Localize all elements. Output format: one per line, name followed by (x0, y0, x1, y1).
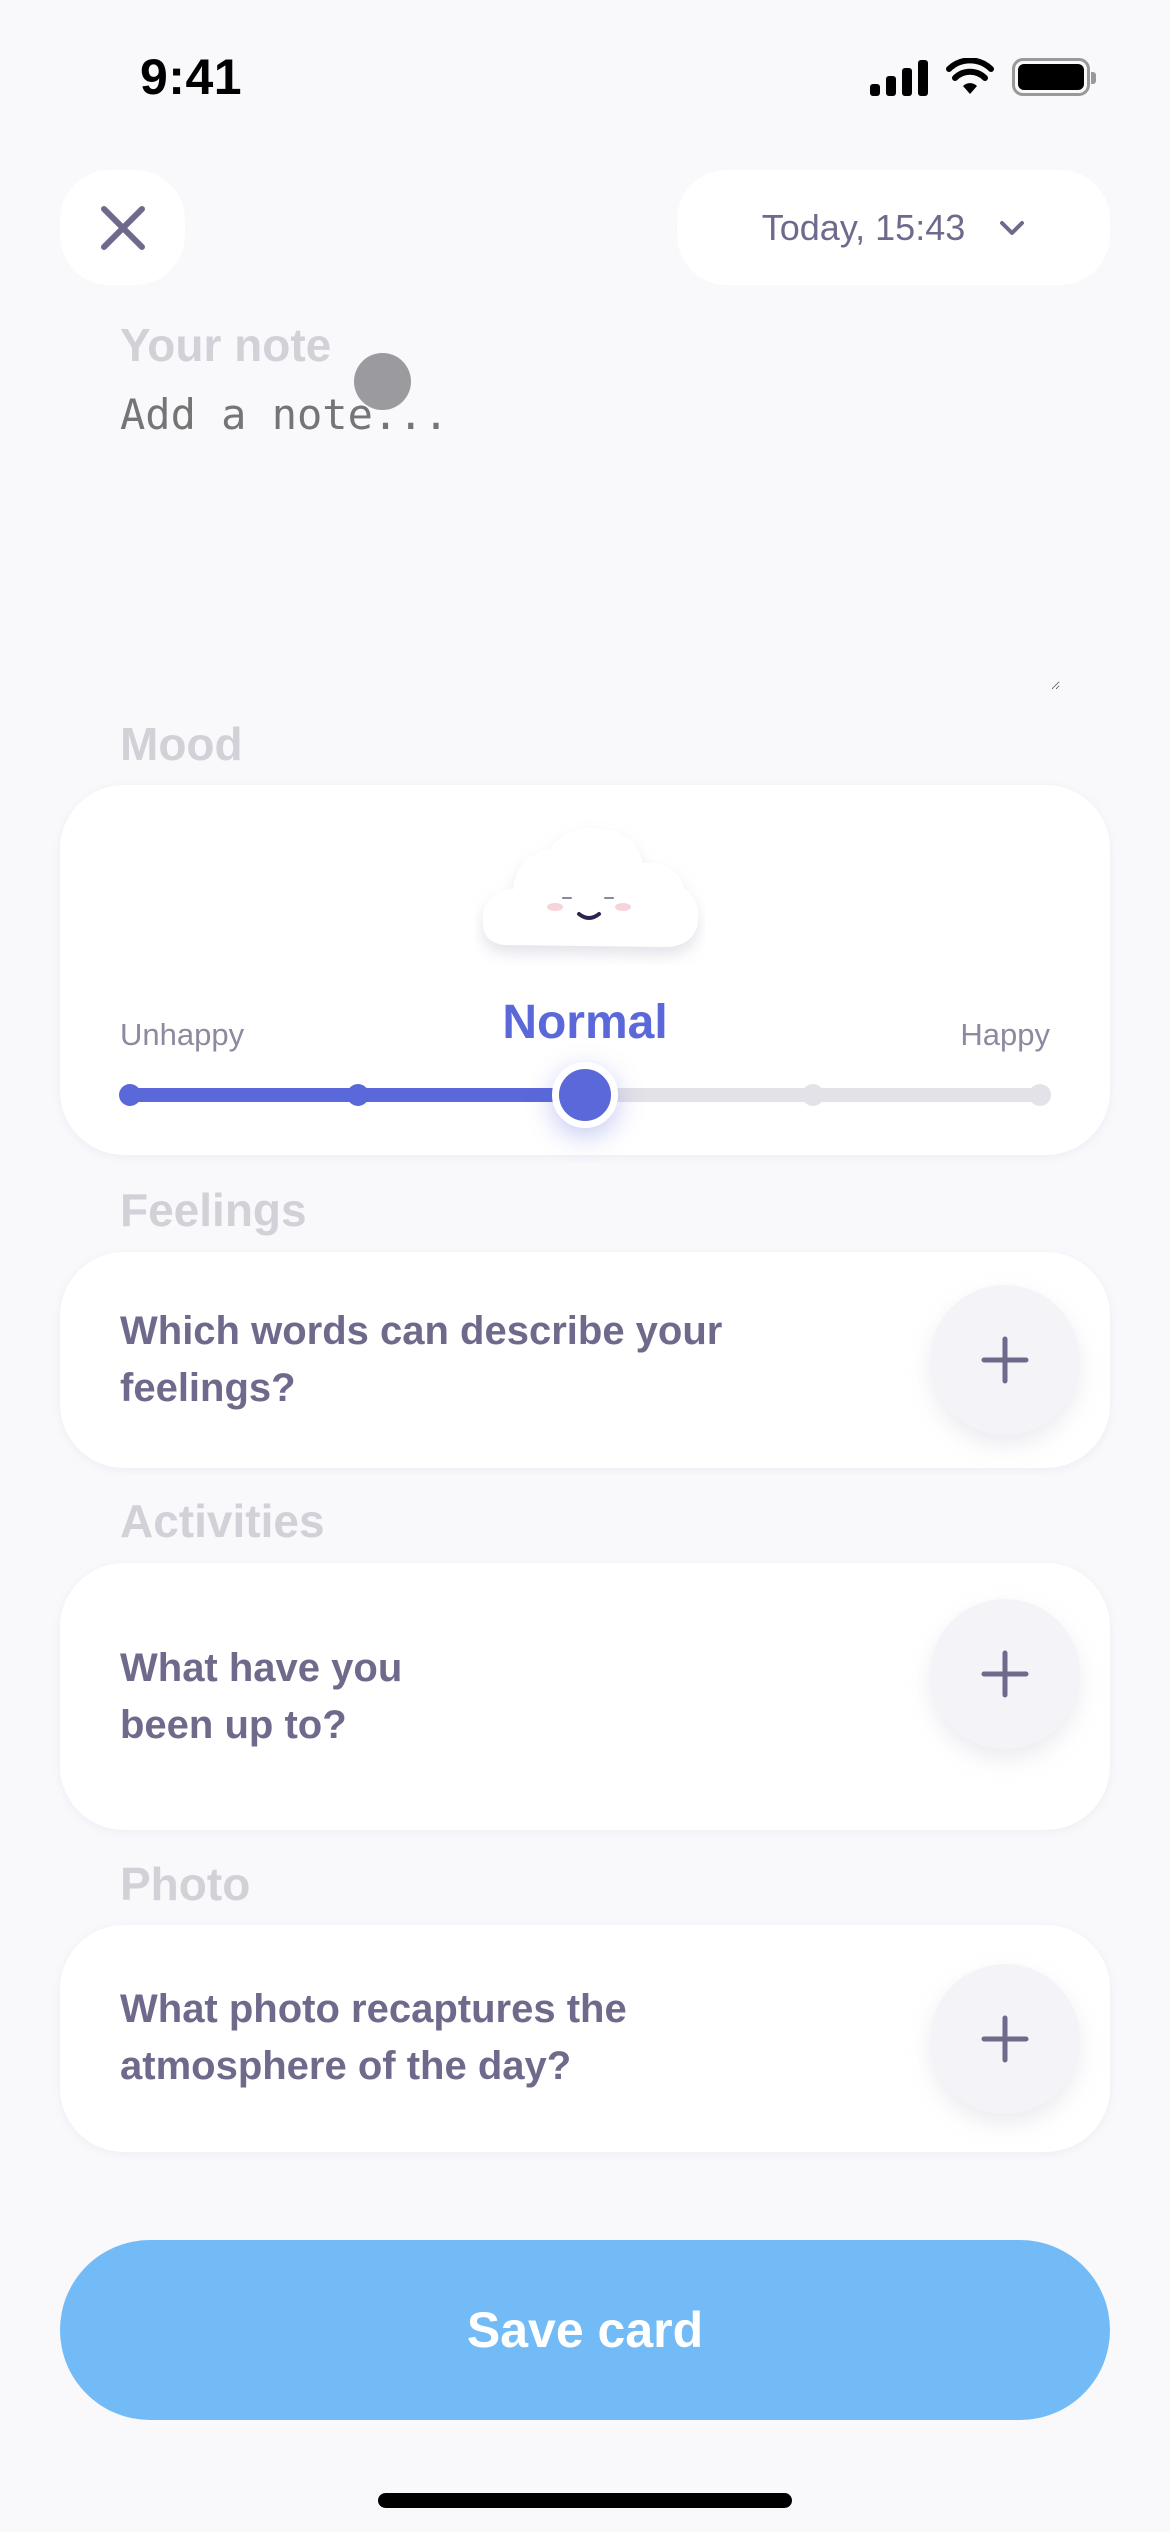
activities-card[interactable]: What have you been up to? (60, 1563, 1110, 1830)
cellular-signal-icon (870, 58, 928, 96)
slider-stop[interactable] (801, 1084, 824, 1106)
slider-stop[interactable] (1029, 1084, 1051, 1106)
feelings-prompt: Which words can describe your feelings? (120, 1309, 723, 1410)
add-feelings-button[interactable] (930, 1285, 1080, 1435)
save-card-button[interactable]: Save card (60, 2240, 1110, 2420)
plus-icon (981, 1336, 1029, 1384)
date-label: Today, 15:43 (761, 206, 966, 248)
home-indicator[interactable] (378, 2493, 792, 2508)
plus-icon (981, 1650, 1029, 1698)
photo-card[interactable]: What photo recaptures the atmosphere of … (60, 1925, 1110, 2152)
note-section-label: Your note (120, 319, 332, 371)
mood-slider[interactable] (119, 1062, 1051, 1128)
date-picker-button[interactable]: Today, 15:43 (677, 170, 1110, 285)
wifi-icon (946, 58, 994, 94)
photo-prompt: What photo recaptures the atmosphere of … (120, 1987, 627, 2088)
mood-card: Unhappy Normal Happy (60, 785, 1110, 1155)
slider-stop[interactable] (119, 1084, 141, 1106)
close-icon (100, 205, 145, 250)
touch-indicator (354, 353, 411, 410)
note-input[interactable] (120, 390, 1060, 690)
mood-max-label: Happy (960, 1017, 1050, 1052)
battery-icon (1012, 58, 1096, 96)
chevron-down-icon (1000, 220, 1025, 235)
add-photo-button[interactable] (930, 1964, 1080, 2114)
activities-section-label: Activities (120, 1495, 325, 1547)
activities-prompt: What have you been up to? (120, 1646, 403, 1747)
feelings-section-label: Feelings (120, 1184, 307, 1236)
status-icons (870, 58, 1096, 96)
close-button[interactable] (60, 170, 185, 285)
cloud-mood-icon (482, 827, 699, 947)
status-bar: 9:41 (0, 0, 1170, 150)
plus-icon (981, 2015, 1029, 2063)
feelings-card[interactable]: Which words can describe your feelings? (60, 1252, 1110, 1468)
status-time: 9:41 (140, 49, 243, 105)
add-activities-button[interactable] (930, 1599, 1080, 1749)
mood-section-label: Mood (120, 718, 243, 770)
mood-current-label: Normal (502, 996, 668, 1049)
slider-stop[interactable] (346, 1084, 369, 1106)
slider-thumb[interactable] (552, 1062, 618, 1128)
photo-section-label: Photo (120, 1858, 251, 1910)
